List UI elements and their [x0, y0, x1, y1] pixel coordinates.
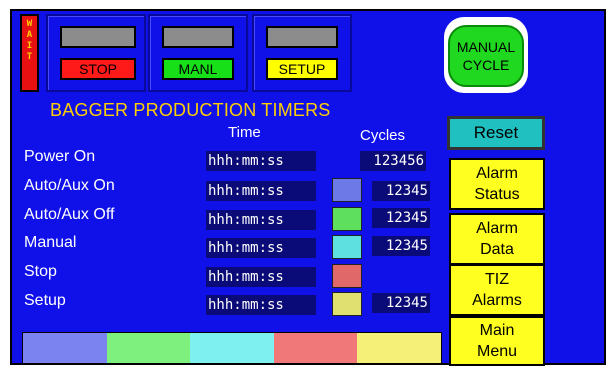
time-column-header: Time — [228, 124, 261, 141]
cycles-column-header: Cycles — [360, 127, 406, 144]
legend-swatch-auto-aux-off — [332, 207, 362, 231]
tiz-alarms-button[interactable]: TIZ Alarms — [449, 264, 545, 316]
main-menu-line1: Main — [479, 322, 515, 339]
row-label-setup: Setup — [24, 292, 66, 309]
wait-letter: A — [26, 30, 33, 40]
legend-swatch-auto-aux-on — [332, 178, 362, 202]
alarm-data-button[interactable]: Alarm Data — [449, 213, 545, 265]
manual-cycle-face: MANUAL CYCLE — [448, 25, 524, 87]
cycles-value-auto-aux-off: 12345 — [372, 208, 430, 228]
manual-status-lamp — [162, 26, 234, 48]
time-value-auto-aux-off: hhh:mm:ss — [206, 210, 316, 230]
alarm-data-line2: Data — [480, 241, 514, 258]
page-title: BAGGER PRODUCTION TIMERS — [50, 100, 331, 120]
legend-swatch-stop — [332, 264, 362, 288]
time-value-stop: hhh:mm:ss — [206, 267, 316, 287]
wait-indicator: W A I T — [20, 14, 39, 92]
setup-mode-panel[interactable]: SETUP — [252, 14, 352, 92]
row-label-stop: Stop — [24, 263, 57, 280]
alarm-status-line1: Alarm — [476, 165, 518, 182]
manual-cycle-line2: CYCLE — [462, 57, 510, 73]
stop-status-lamp — [60, 26, 136, 48]
stop-mode-panel[interactable]: STOP — [46, 14, 146, 92]
time-value-auto-aux-on: hhh:mm:ss — [206, 181, 316, 201]
alarm-status-button[interactable]: Alarm Status — [449, 158, 545, 210]
legend-swatch-setup — [332, 292, 362, 316]
manual-cycle-button[interactable]: MANUAL CYCLE — [444, 17, 528, 93]
time-value-setup: hhh:mm:ss — [206, 295, 316, 315]
stop-mode-label: STOP — [60, 58, 136, 80]
legend-swatch-manual — [332, 235, 362, 259]
legend-segment-manual — [190, 333, 274, 363]
timer-legend-bar — [22, 332, 442, 364]
cycles-value-auto-aux-on: 12345 — [372, 181, 430, 201]
time-value-manual: hhh:mm:ss — [206, 238, 316, 258]
setup-mode-label: SETUP — [266, 58, 338, 80]
legend-segment-stop — [273, 333, 358, 363]
wait-letter: W — [26, 19, 33, 29]
cycles-value-manual: 12345 — [372, 236, 430, 256]
row-label-auto-aux-on: Auto/Aux On — [24, 177, 115, 194]
cycles-value-setup: 12345 — [372, 293, 430, 313]
alarm-data-line1: Alarm — [476, 220, 518, 237]
wait-letter: I — [26, 41, 33, 51]
manual-mode-label: MANL — [162, 58, 234, 80]
time-value-power-on: hhh:mm:ss — [206, 151, 316, 171]
tiz-alarms-line2: Alarms — [472, 292, 522, 309]
row-label-manual: Manual — [24, 234, 77, 251]
cycles-value-power-on: 123456 — [360, 151, 426, 171]
manual-mode-panel[interactable]: MANL — [148, 14, 248, 92]
alarm-status-line2: Status — [474, 186, 520, 203]
legend-segment-setup — [357, 333, 441, 363]
legend-segment-auto-aux-on — [23, 333, 107, 363]
wait-letter: T — [26, 52, 33, 62]
row-label-power-on: Power On — [24, 148, 96, 165]
legend-segment-auto-aux-off — [106, 333, 191, 363]
row-label-auto-aux-off: Auto/Aux Off — [24, 206, 115, 223]
main-menu-line2: Menu — [476, 343, 518, 360]
manual-cycle-line1: MANUAL — [456, 39, 516, 55]
main-menu-button[interactable]: Main Menu — [449, 316, 545, 366]
setup-status-lamp — [266, 26, 338, 48]
tiz-alarms-line1: TIZ — [485, 271, 509, 288]
reset-button[interactable]: Reset — [447, 116, 545, 150]
